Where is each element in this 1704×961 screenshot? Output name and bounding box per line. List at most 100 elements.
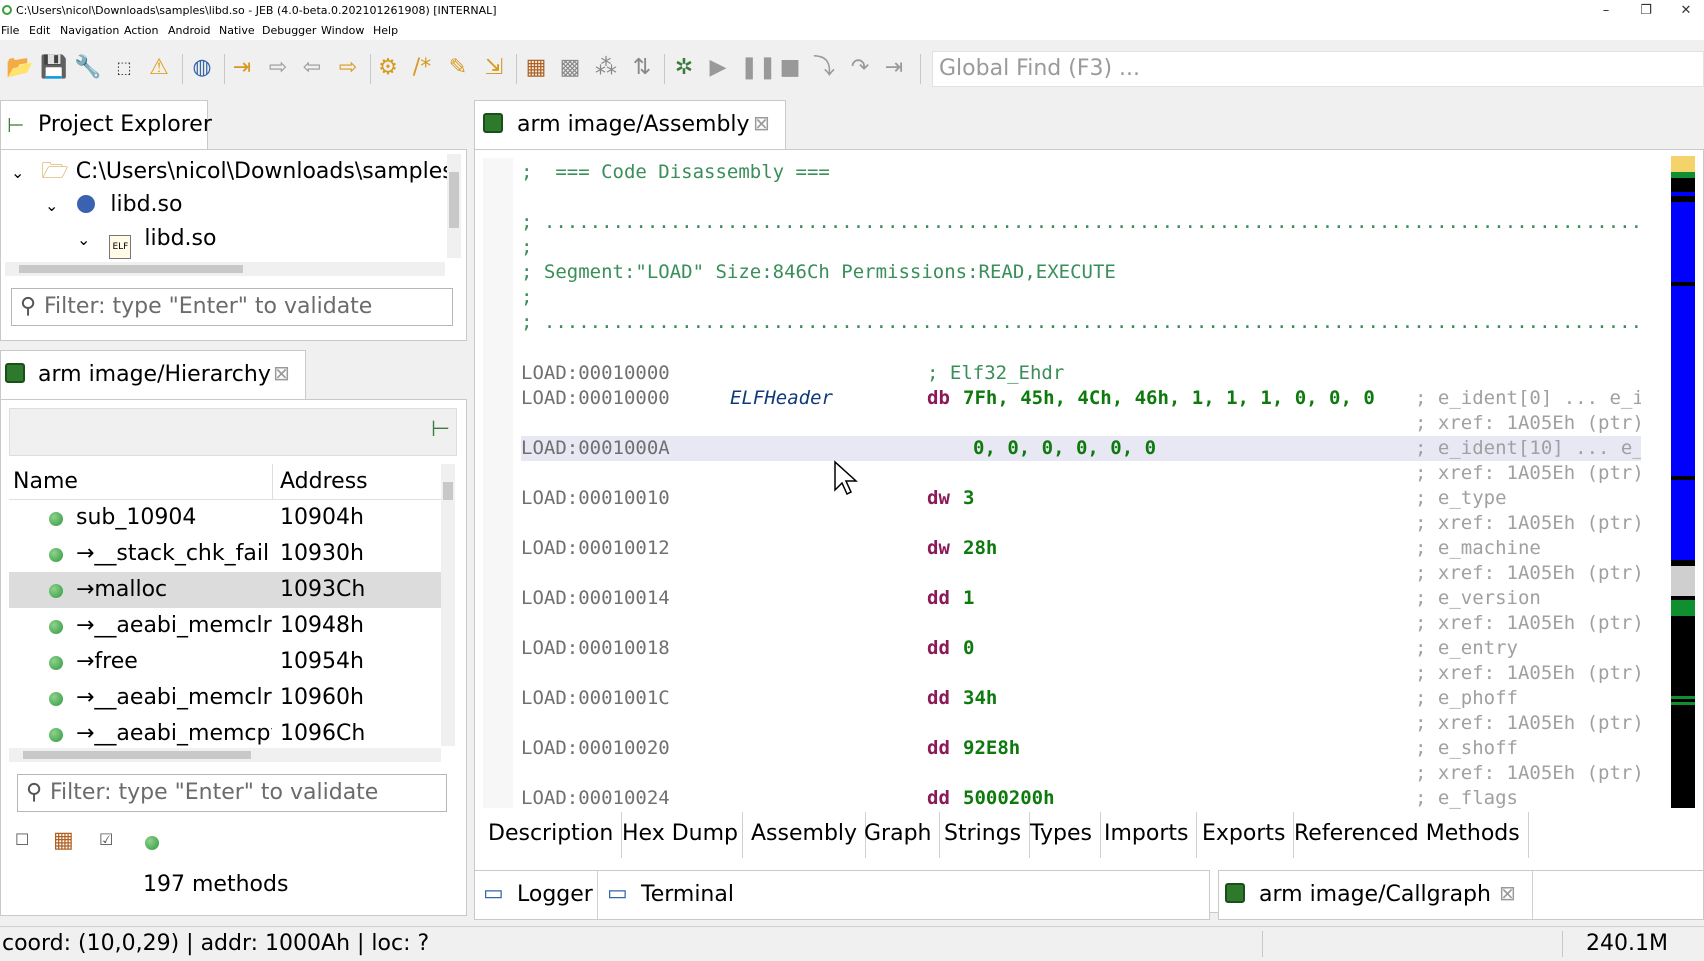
tree-expander-icon[interactable]: ⌄: [77, 230, 90, 249]
tree-item-folder[interactable]: ⌄ 🗁 C:\Users\nicol\Downloads\samples\: [11, 155, 461, 190]
step-out-icon[interactable]: ⇥: [880, 54, 908, 82]
tab-imports[interactable]: Imports: [1096, 812, 1198, 858]
tab-types[interactable]: Types: [1022, 812, 1101, 858]
menu-native[interactable]: Native: [219, 21, 255, 40]
asm-xref[interactable]: ; xref: 1A05Eh (ptr) /: [1415, 661, 1641, 686]
asm-address[interactable]: LOAD:0001000A: [521, 436, 670, 461]
asm-operands[interactable]: 5000200h: [963, 786, 1055, 811]
menu-window[interactable]: Window: [321, 21, 364, 40]
step-into-icon[interactable]: ⤵: [810, 54, 838, 82]
tree-vertical-scrollbar[interactable]: [447, 154, 461, 258]
table-row[interactable]: →__stack_chk_fail 10930h: [9, 536, 441, 572]
tree-horizontal-scrollbar[interactable]: [5, 262, 445, 276]
save-icon[interactable]: 💾: [40, 54, 68, 82]
table-row[interactable]: →__aeabi_memcpy 1096Ch: [9, 716, 441, 752]
graph-icon[interactable]: ▩: [556, 54, 584, 82]
tab-assembly-active[interactable]: Assembly: [742, 812, 867, 858]
tab-logger[interactable]: ▭ Logger: [483, 871, 603, 919]
rename-pencil-icon[interactable]: ✎: [444, 54, 472, 82]
asm-xref[interactable]: ; xref: 1A05Eh (ptr) /: [1415, 611, 1641, 636]
tab-graph[interactable]: Graph: [856, 812, 941, 858]
asm-xref[interactable]: ; xref: 1A05Eh (ptr) /: [1415, 411, 1641, 436]
asm-xref[interactable]: ; xref: 1A05Eh (ptr) /: [1415, 761, 1641, 786]
jump-to-icon[interactable]: ⇥: [228, 54, 256, 82]
tab-strings[interactable]: Strings: [936, 812, 1031, 858]
asm-xref[interactable]: ; xref: 1A05Eh (ptr) /: [1415, 561, 1641, 586]
asm-address[interactable]: LOAD:00010020: [521, 736, 670, 761]
asm-address[interactable]: LOAD:00010010: [521, 486, 670, 511]
tab-hex-dump[interactable]: Hex Dump: [614, 812, 747, 858]
debugger-bug-icon[interactable]: ✲: [670, 54, 698, 82]
run-icon[interactable]: ▶: [704, 54, 732, 82]
pause-icon[interactable]: ❚❚: [740, 54, 777, 82]
asm-opcode[interactable]: dd: [927, 636, 950, 661]
asm-operands[interactable]: 1: [963, 586, 974, 611]
tab-assembly[interactable]: arm image/Assembly ⊠: [474, 100, 786, 150]
close-button[interactable]: ✕: [1666, 0, 1704, 21]
asm-address[interactable]: LOAD:00010024: [521, 786, 670, 811]
tab-terminal[interactable]: ▭ Terminal: [607, 871, 747, 919]
asm-operands[interactable]: 0, 0, 0, 0, 0, 0: [973, 436, 1156, 461]
menu-help[interactable]: Help: [373, 21, 398, 40]
code-unit-icon[interactable]: ▦: [522, 54, 550, 82]
table-row[interactable]: →__aeabi_memclr4 10948h: [9, 608, 441, 644]
close-tab-icon[interactable]: ⊠: [753, 111, 770, 135]
tree-item-elf[interactable]: ⌄ ELF libd.so: [77, 222, 216, 259]
tree-expander-icon[interactable]: ⌄: [11, 163, 24, 182]
tab-hierarchy[interactable]: arm image/Hierarchy ⊠: [0, 350, 306, 400]
expand-tree-icon[interactable]: ⊢: [431, 417, 450, 442]
asm-address[interactable]: LOAD:00010012: [521, 536, 670, 561]
export-icon[interactable]: ⬚: [110, 54, 138, 82]
asm-address[interactable]: LOAD:0001001C: [521, 686, 670, 711]
back-icon[interactable]: ⇦: [298, 54, 326, 82]
forward-icon[interactable]: ⇨: [334, 54, 362, 82]
global-find-input[interactable]: Global Find (F3) ...: [932, 51, 1704, 87]
wrench-icon[interactable]: 🔧: [74, 54, 102, 82]
asm-xref[interactable]: ; xref: 1A05Eh (ptr) /: [1415, 461, 1641, 486]
asm-address[interactable]: LOAD:00010000: [521, 386, 670, 411]
asm-opcode[interactable]: dd: [927, 586, 950, 611]
hierarchy-filter-input[interactable]: ⚲ Filter: type "Enter" to validate: [17, 774, 447, 812]
asm-xref[interactable]: ; xref: 1A05Eh (ptr) /: [1415, 511, 1641, 536]
column-header-name[interactable]: Name: [13, 464, 78, 500]
asm-address[interactable]: LOAD:00010014: [521, 586, 670, 611]
step-over-icon[interactable]: ↷: [846, 54, 874, 82]
table-row[interactable]: sub_10904 10904h: [9, 500, 441, 536]
grid-filter-icon[interactable]: ▦: [53, 828, 74, 853]
checkbox-unchecked-icon[interactable]: ☐: [15, 830, 29, 849]
open-folder-icon[interactable]: 📂: [6, 54, 34, 82]
asm-address[interactable]: LOAD:00010018: [521, 636, 670, 661]
tab-exports[interactable]: Exports: [1194, 812, 1295, 858]
menu-debugger[interactable]: Debugger: [262, 21, 316, 40]
asm-opcode[interactable]: dd: [927, 686, 950, 711]
menu-file[interactable]: File: [1, 21, 19, 40]
globe-icon[interactable]: ◍: [188, 54, 216, 82]
asm-operands[interactable]: 34h: [963, 686, 997, 711]
minimize-button[interactable]: –: [1586, 0, 1626, 21]
asm-opcode[interactable]: dw: [927, 486, 950, 511]
tab-project-explorer[interactable]: ⊢ Project Explorer: [0, 100, 212, 150]
hierarchy-vertical-scrollbar[interactable]: [441, 464, 455, 746]
project-filter-input[interactable]: ⚲ Filter: type "Enter" to validate: [11, 288, 453, 326]
checkbox-checked-icon[interactable]: ☑: [99, 830, 113, 849]
sort-icon[interactable]: ⇅: [628, 54, 656, 82]
convert-icon[interactable]: ⇲: [480, 54, 508, 82]
asm-xref[interactable]: ; xref: 1A05Eh (ptr) /: [1415, 711, 1641, 736]
overview-navigation-bar[interactable]: [1671, 156, 1695, 808]
table-row[interactable]: →__aeabi_memclr8 10960h: [9, 680, 441, 716]
tab-referenced-methods[interactable]: Referenced Methods: [1286, 812, 1529, 858]
stop-icon[interactable]: ■: [776, 54, 804, 82]
hierarchy-horizontal-scrollbar[interactable]: [9, 748, 441, 762]
asm-opcode[interactable]: db: [927, 386, 950, 411]
tree-item-artifact[interactable]: ⌄ libd.so: [45, 188, 182, 223]
asm-operands[interactable]: 3: [963, 486, 974, 511]
decompile-icon[interactable]: ⚙: [374, 54, 402, 82]
follow-icon[interactable]: ⇨: [264, 54, 292, 82]
asm-opcode[interactable]: dd: [927, 786, 950, 811]
nodes-icon[interactable]: ⁂: [592, 54, 620, 82]
asm-operands[interactable]: 0: [963, 636, 974, 661]
asm-label[interactable]: ELFHeader: [730, 386, 833, 411]
close-tab-icon[interactable]: ⊠: [1499, 881, 1516, 905]
asm-operands[interactable]: 28h: [963, 536, 997, 561]
close-tab-icon[interactable]: ⊠: [273, 361, 290, 385]
